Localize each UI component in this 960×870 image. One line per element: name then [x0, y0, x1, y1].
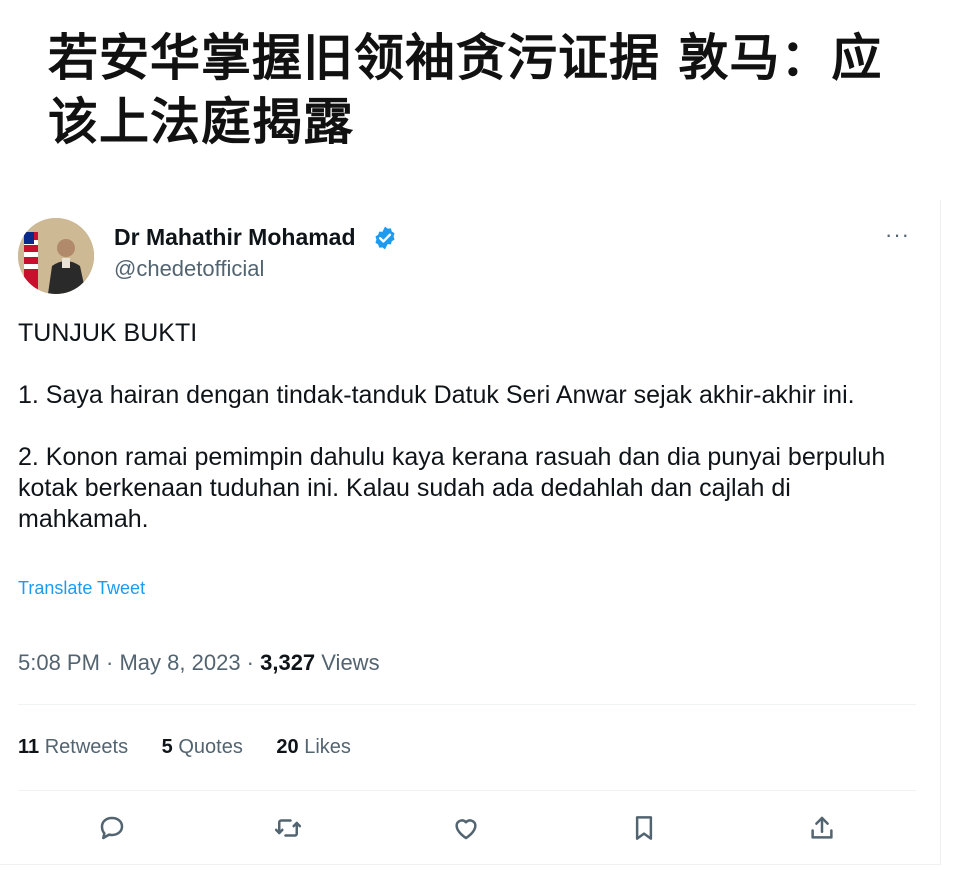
bookmark-button[interactable] — [624, 808, 664, 848]
quotes-stat[interactable]: 5 Quotes — [162, 736, 243, 758]
author-name[interactable]: Dr Mahathir Mohamad — [114, 224, 356, 251]
tweet-paragraph: TUNJUK BUKTI — [18, 319, 198, 347]
share-button[interactable] — [802, 808, 842, 848]
share-icon — [811, 816, 833, 839]
bookmark-icon — [635, 816, 653, 840]
tweet-meta: 5:08 PM · May 8, 2023 · 3,327 Views — [18, 650, 380, 676]
divider — [18, 704, 916, 705]
likes-count: 20 — [276, 736, 299, 758]
views-label: Views — [315, 650, 380, 675]
retweets-count: 11 — [18, 736, 40, 758]
avatar-image — [18, 218, 94, 294]
like-icon — [455, 819, 477, 840]
quotes-label: Quotes — [172, 736, 243, 758]
author-handle[interactable]: @chedetofficial — [114, 256, 264, 282]
tweet-text: TUNJUK BUKTI 1. Saya hairan dengan tinda… — [18, 318, 918, 535]
translate-tweet-link[interactable]: Translate Tweet — [18, 578, 145, 599]
avatar[interactable] — [18, 218, 94, 294]
quotes-count: 5 — [161, 736, 173, 758]
tweet-actions — [0, 808, 940, 852]
tweet-paragraph: 2. Konon ramai pemimpin dahulu kaya kera… — [18, 443, 886, 533]
divider — [18, 790, 916, 791]
tweet-stats: 11 Retweets 5 Quotes 20 Likes — [18, 736, 379, 759]
reply-icon — [100, 816, 124, 840]
retweets-label: Retweets — [39, 736, 129, 758]
retweets-stat[interactable]: 11 Retweets — [18, 736, 128, 758]
tweet-card: Dr Mahathir Mohamad @chedetofficial ··· … — [0, 200, 941, 865]
reply-button[interactable] — [92, 808, 132, 848]
like-button[interactable] — [446, 808, 486, 848]
retweet-icon — [274, 819, 302, 837]
tweet-timestamp[interactable]: 5:08 PM · May 8, 2023 · — [18, 650, 260, 675]
more-options-icon[interactable]: ··· — [885, 222, 910, 248]
retweet-button[interactable] — [268, 808, 308, 848]
verified-badge-icon — [375, 226, 395, 250]
likes-stat[interactable]: 20 Likes — [276, 736, 351, 758]
likes-label: Likes — [298, 736, 351, 758]
article-headline: 若安华掌握旧领袖贪污证据 敦马：应该上法庭揭露 — [48, 29, 883, 151]
views-count: 3,327 — [260, 650, 316, 675]
tweet-paragraph: 1. Saya hairan dengan tindak-tanduk Datu… — [18, 381, 855, 409]
